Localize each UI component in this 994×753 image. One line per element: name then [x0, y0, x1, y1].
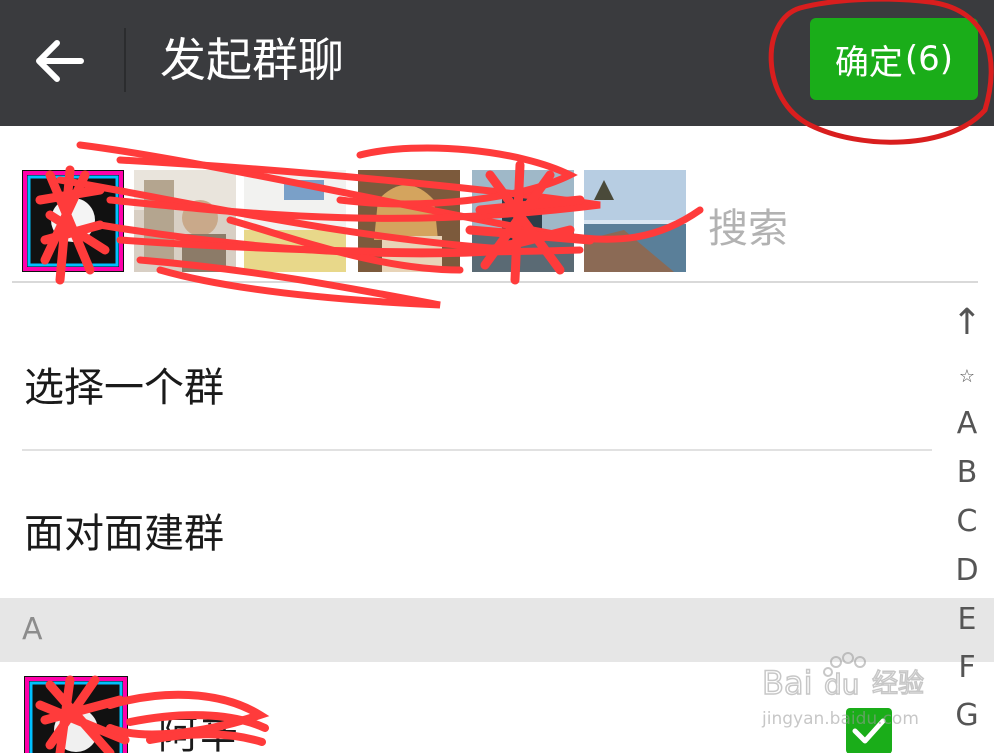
- contact-avatar: [24, 676, 128, 753]
- confirm-label: 确定: [834, 42, 903, 83]
- selected-avatar[interactable]: [244, 170, 346, 272]
- top-bar: 发起群聊 确定 (6): [0, 0, 994, 126]
- watermark-brand: Bai: [762, 664, 812, 702]
- watermark-paw: du: [824, 668, 860, 701]
- back-button[interactable]: [24, 28, 94, 94]
- index-item-star[interactable]: ☆: [940, 366, 994, 387]
- index-item-e[interactable]: E: [940, 602, 994, 637]
- watermark-url: jingyan.baidu.com: [761, 709, 919, 729]
- section-letter: A: [22, 612, 43, 647]
- confirm-count: (6): [904, 39, 954, 79]
- watermark-suffix: 经验: [872, 669, 924, 699]
- index-item-g[interactable]: G: [940, 698, 994, 733]
- header-divider: [124, 28, 126, 92]
- selected-avatar[interactable]: [22, 170, 124, 272]
- selected-avatar[interactable]: [584, 170, 686, 272]
- contact-name: 阿辛: [158, 712, 238, 753]
- selected-members-strip: 搜索: [0, 126, 994, 284]
- index-item-d[interactable]: D: [940, 553, 994, 588]
- confirm-button[interactable]: 确定 (6): [810, 18, 978, 100]
- alphabet-index-bar[interactable]: ↑ ☆ A B C D E F G: [940, 300, 994, 753]
- strip-divider: [12, 281, 978, 283]
- arrow-left-icon: [36, 40, 84, 82]
- selected-avatar[interactable]: [358, 170, 460, 272]
- select-group-label: 选择一个群: [24, 365, 224, 411]
- page-title: 发起群聊: [160, 33, 344, 87]
- select-group-item[interactable]: 选择一个群: [0, 305, 930, 451]
- index-item-f[interactable]: F: [940, 650, 994, 685]
- selected-avatar[interactable]: [472, 170, 574, 272]
- search-input[interactable]: 搜索: [708, 196, 788, 254]
- selected-avatar[interactable]: [134, 170, 236, 272]
- index-item-top[interactable]: ↑: [940, 302, 994, 343]
- index-item-c[interactable]: C: [940, 504, 994, 539]
- face-to-face-label: 面对面建群: [24, 511, 224, 557]
- face-to-face-group-item[interactable]: 面对面建群: [0, 451, 930, 597]
- index-item-a[interactable]: A: [940, 406, 994, 441]
- index-item-b[interactable]: B: [940, 455, 994, 490]
- baidu-jingyan-watermark: Bai du 经验 jingyan.baidu.com: [760, 650, 940, 740]
